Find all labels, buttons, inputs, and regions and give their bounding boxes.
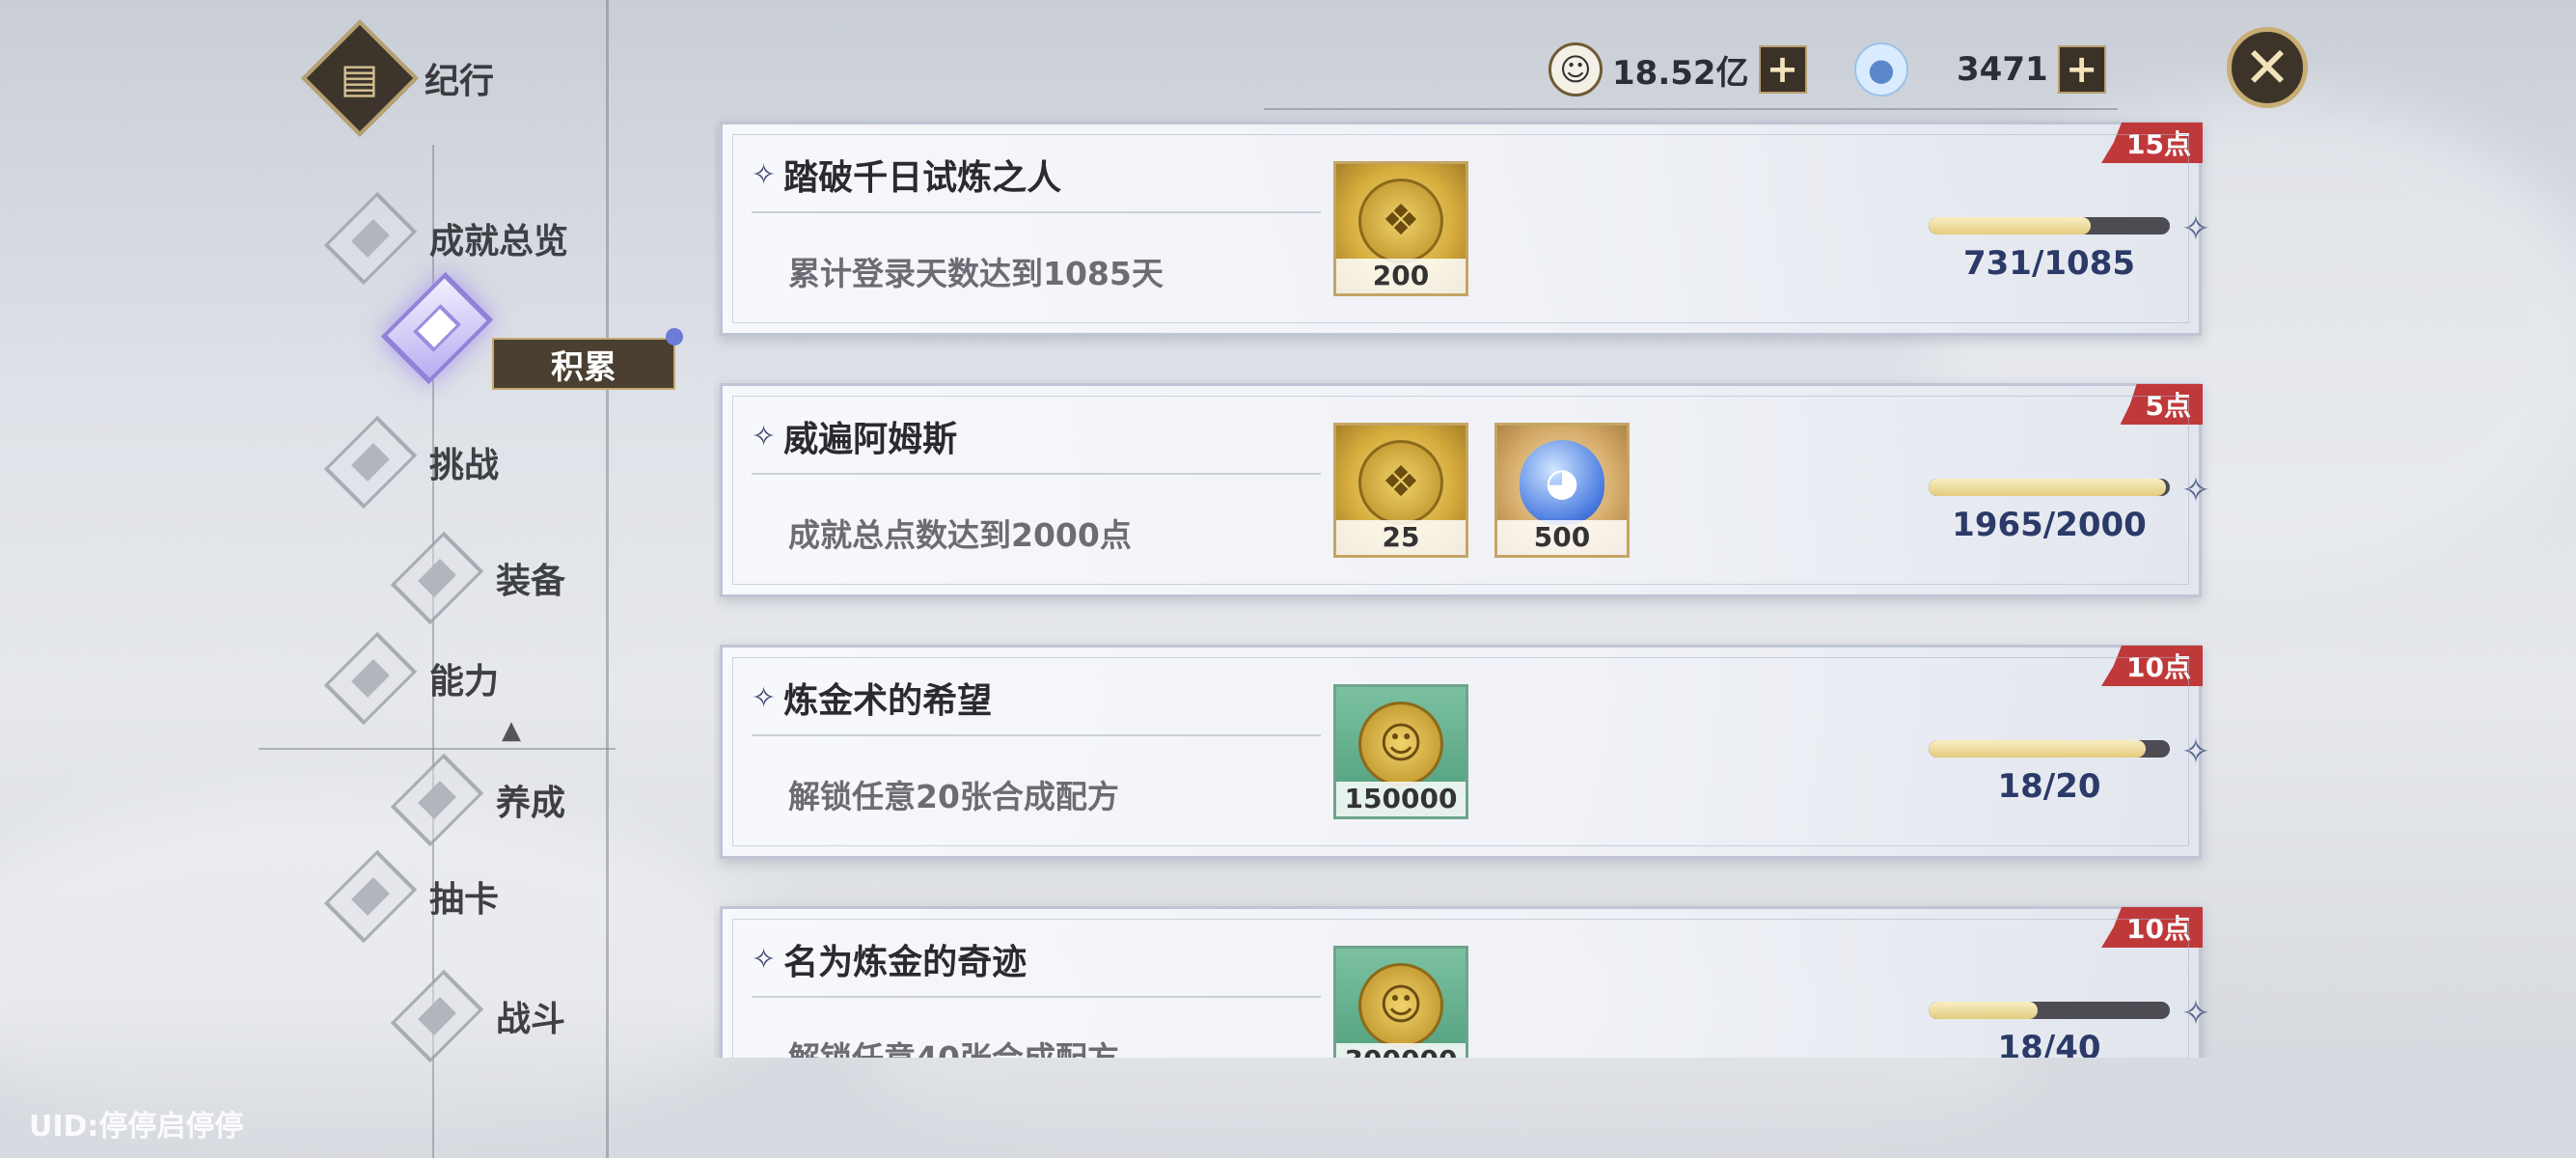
notification-dot xyxy=(666,328,683,345)
reward-item[interactable]: ❖ 200 xyxy=(1333,161,1468,296)
progress-fill xyxy=(1929,217,2092,234)
achievement-title: 威遍阿姆斯 xyxy=(783,420,958,459)
sidebar-item-overview[interactable]: 成就总览 xyxy=(323,191,569,286)
sidebar-item-label: 养成 xyxy=(496,784,566,823)
diamond-icon xyxy=(390,531,484,625)
reward-quantity: 150000 xyxy=(1336,782,1466,816)
gold-currency: ☺ 18.52亿 + xyxy=(1548,39,1807,100)
book-icon: ▤ xyxy=(301,19,419,137)
reward-quantity: 25 xyxy=(1336,520,1466,555)
sidebar-item-cultivate[interactable]: 养成 xyxy=(390,753,566,847)
sparkle-icon: ✧ xyxy=(752,419,777,454)
blue-slime-icon: ◕ xyxy=(1520,439,1604,525)
divider xyxy=(752,734,1321,736)
star-diamond-icon: ✧ xyxy=(2180,994,2210,1034)
points-badge: 10点 xyxy=(2101,907,2203,948)
achievement-description: 解锁任意20张合成配方 xyxy=(788,778,1119,815)
sidebar-item-label: 抽卡 xyxy=(429,880,500,920)
achievement-card[interactable]: ✧ 踏破千日试炼之人 累计登录天数达到1085天 ❖ 200 15点 731/1… xyxy=(720,122,2210,336)
sparkle-icon: ✧ xyxy=(752,942,777,977)
sidebar-item-accumulate[interactable]: 积累 xyxy=(492,338,675,390)
reward-quantity: 500 xyxy=(1497,520,1627,555)
points-badge: 10点 xyxy=(2101,646,2203,686)
progress-bar xyxy=(1929,740,2170,758)
reward-quantity: 200 xyxy=(1336,259,1466,293)
gold-coin-face-icon: ☺ xyxy=(1358,701,1443,786)
achievement-card[interactable]: ✧ 名为炼金的奇迹 解锁任意40张合成配方 ☺ 300000 10点 18/40… xyxy=(720,906,2210,1058)
achievement-description: 累计登录天数达到1085天 xyxy=(788,255,1164,292)
star-diamond-icon: ✧ xyxy=(2180,471,2210,510)
add-gold-button[interactable]: + xyxy=(1758,45,1807,94)
sidebar-item-label: 战斗 xyxy=(496,1000,566,1039)
sidebar-item-challenge[interactable]: 挑战 xyxy=(323,415,500,510)
sparkle-icon: ✧ xyxy=(752,680,777,715)
gold-medal-icon: ❖ xyxy=(1358,178,1443,263)
nav-separator xyxy=(259,748,616,750)
progress-fill xyxy=(1929,740,2146,758)
progress-text: 18/20 xyxy=(1997,767,2101,806)
close-button[interactable]: ✕ xyxy=(2227,27,2308,108)
divider xyxy=(752,211,1321,213)
diamond-icon xyxy=(323,415,418,510)
progress-bar xyxy=(1929,217,2170,234)
divider xyxy=(752,473,1321,475)
gold-coin-face-icon: ☺ xyxy=(1358,962,1443,1048)
achievement-title: 踏破千日试炼之人 xyxy=(783,158,1062,198)
gold-medal-icon: ❖ xyxy=(1358,439,1443,525)
star-diamond-icon: ✧ xyxy=(2180,732,2210,772)
achievement-title: 炼金术的希望 xyxy=(783,681,993,721)
sidebar-item-label: 成就总览 xyxy=(429,222,569,262)
diamond-icon xyxy=(323,631,418,726)
progress-text: 731/1085 xyxy=(1962,244,2136,283)
progress-fill xyxy=(1929,479,2166,496)
sidebar-item-label: 挑战 xyxy=(429,446,500,485)
gold-amount: 18.52亿 xyxy=(1612,53,1749,93)
triangle-icon: ▲ xyxy=(502,716,521,745)
add-slime-button[interactable]: + xyxy=(2057,45,2106,94)
achievement-title: 名为炼金的奇迹 xyxy=(783,943,1028,982)
sidebar-item-label: 装备 xyxy=(496,562,566,601)
progress-text: 1965/2000 xyxy=(1952,506,2147,544)
journal-header: ▤ 纪行 xyxy=(301,19,495,137)
blue-slime-icon: ● xyxy=(1854,42,1908,96)
nav-divider xyxy=(606,0,609,1158)
reward-item[interactable]: ❖ 25 xyxy=(1333,423,1468,558)
sidebar-item-label: 能力 xyxy=(429,662,500,702)
star-diamond-icon: ✧ xyxy=(2180,209,2210,249)
slime-amount: 3471 xyxy=(1957,50,2048,89)
achievement-card[interactable]: ✧ 炼金术的希望 解锁任意20张合成配方 ☺ 150000 10点 18/20 … xyxy=(720,645,2210,859)
slime-currency: ● 3471 + xyxy=(1854,39,2106,100)
diamond-icon xyxy=(323,191,418,286)
reward-item[interactable]: ☺ 300000 xyxy=(1333,946,1468,1058)
active-diamond-icon xyxy=(380,271,494,385)
currency-bar: ☺ 18.52亿 + ● 3471 + xyxy=(1264,39,2118,110)
progress-bar xyxy=(1929,479,2170,496)
reward-item[interactable]: ◕ 500 xyxy=(1494,423,1630,558)
achievement-list[interactable]: ✧ 踏破千日试炼之人 累计登录天数达到1085天 ❖ 200 15点 731/1… xyxy=(714,116,2219,1058)
sparkle-icon: ✧ xyxy=(752,157,777,192)
points-badge: 5点 xyxy=(2120,384,2203,425)
page-title: 纪行 xyxy=(425,62,495,101)
sidebar-item-gacha[interactable]: 抽卡 xyxy=(323,849,500,944)
user-id: UID:停停启停停 xyxy=(29,1110,244,1144)
achievement-description: 解锁任意40张合成配方 xyxy=(788,1033,1119,1058)
points-badge: 15点 xyxy=(2101,123,2203,163)
achievement-card[interactable]: ✧ 威遍阿姆斯 成就总点数达到2000点 ❖ 25 ◕ 500 5点 1965/… xyxy=(720,383,2210,597)
reward-quantity: 300000 xyxy=(1336,1043,1466,1058)
sidebar-item-ability[interactable]: 能力 xyxy=(323,631,500,726)
progress-fill xyxy=(1929,1002,2038,1019)
gold-coin-face-icon: ☺ xyxy=(1548,42,1603,96)
sidebar-item-equipment[interactable]: 装备 xyxy=(390,531,566,625)
reward-item[interactable]: ☺ 150000 xyxy=(1333,684,1468,819)
progress-bar xyxy=(1929,1002,2170,1019)
sidebar-item-battle[interactable]: 战斗 xyxy=(390,969,566,1063)
achievement-description: 成就总点数达到2000点 xyxy=(788,516,1132,554)
progress-text: 18/40 xyxy=(1997,1029,2101,1058)
divider xyxy=(752,996,1321,998)
